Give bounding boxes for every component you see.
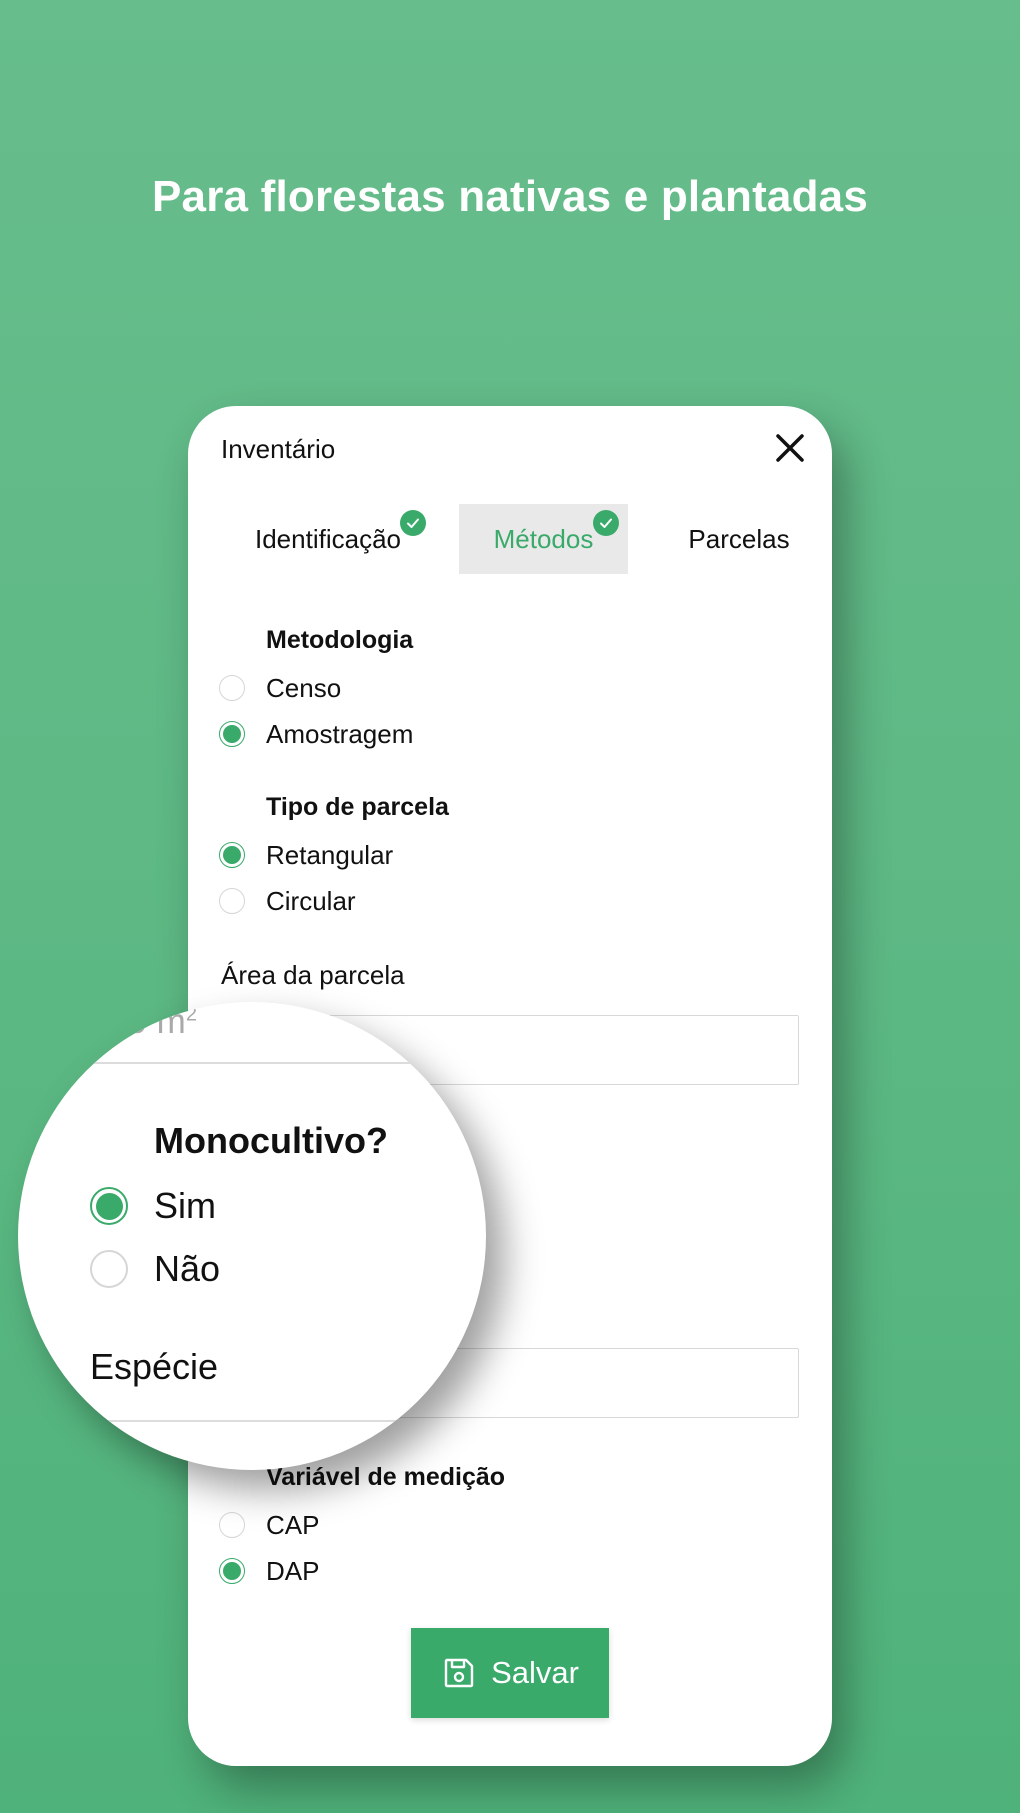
save-button[interactable]: Salvar xyxy=(411,1628,609,1718)
radio-sim[interactable]: Sim xyxy=(90,1183,216,1229)
area-input-underline xyxy=(18,1062,486,1064)
tab-identificacao[interactable]: Identificação xyxy=(238,504,418,574)
radio-nao-label: Não xyxy=(154,1248,221,1289)
radio-retangular[interactable]: Retangular xyxy=(219,835,393,875)
tab-parcelas-label: Parcelas xyxy=(688,523,790,554)
tab-identificacao-label: Identificação xyxy=(255,523,401,554)
radio-retangular-indicator[interactable] xyxy=(219,842,245,868)
radio-sim-label: Sim xyxy=(154,1185,216,1226)
radio-amostragem[interactable]: Amostragem xyxy=(219,714,413,754)
tab-metodos-check-icon xyxy=(593,510,619,536)
headline: Para florestas nativas e plantadas xyxy=(151,172,869,221)
radio-censo-indicator[interactable] xyxy=(219,675,245,701)
radio-sim-indicator[interactable] xyxy=(90,1187,128,1225)
especie-input-border xyxy=(18,1420,486,1422)
radio-amostragem-label: Amostragem xyxy=(266,718,414,749)
monocultivo-title: Monocultivo? xyxy=(154,1120,388,1161)
dialog-title: Inventário xyxy=(221,434,336,464)
radio-cap[interactable]: CAP xyxy=(219,1505,319,1545)
tipo-parcela-title: Tipo de parcela xyxy=(266,793,449,821)
variavel-title: Variável de medição xyxy=(266,1463,506,1491)
radio-nao[interactable]: Não xyxy=(90,1246,220,1292)
radio-nao-indicator[interactable] xyxy=(90,1250,128,1288)
area-parcela-label: Área da parcela xyxy=(221,960,405,990)
zoom-magnifier: 00 m2 Monocultivo? Sim Não Espécie xyxy=(18,1002,486,1470)
radio-amostragem-indicator[interactable] xyxy=(219,721,245,747)
radio-circular[interactable]: Circular xyxy=(219,881,356,921)
radio-cap-indicator[interactable] xyxy=(219,1512,245,1538)
radio-censo[interactable]: Censo xyxy=(219,668,341,708)
tab-identificacao-check-icon xyxy=(400,510,426,536)
close-icon xyxy=(776,434,804,462)
save-icon xyxy=(444,1658,474,1688)
metodologia-title: Metodologia xyxy=(266,626,414,654)
radio-circular-label: Circular xyxy=(266,885,356,916)
radio-dap-indicator[interactable] xyxy=(219,1558,245,1584)
radio-dap-label: DAP xyxy=(266,1555,320,1586)
radio-cap-label: CAP xyxy=(266,1509,320,1540)
close-button[interactable] xyxy=(768,426,812,470)
radio-censo-label: Censo xyxy=(266,672,342,703)
tab-metodos-label: Métodos xyxy=(493,523,594,554)
tab-parcelas[interactable]: Parcelas xyxy=(664,504,814,574)
save-button-label: Salvar xyxy=(491,1655,579,1690)
radio-dap[interactable]: DAP xyxy=(219,1551,319,1591)
radio-retangular-label: Retangular xyxy=(266,839,394,870)
area-parcela-value-zoomed: 00 m2 xyxy=(108,1002,197,1041)
radio-circular-indicator[interactable] xyxy=(219,888,245,914)
especie-label: Espécie xyxy=(90,1346,219,1387)
